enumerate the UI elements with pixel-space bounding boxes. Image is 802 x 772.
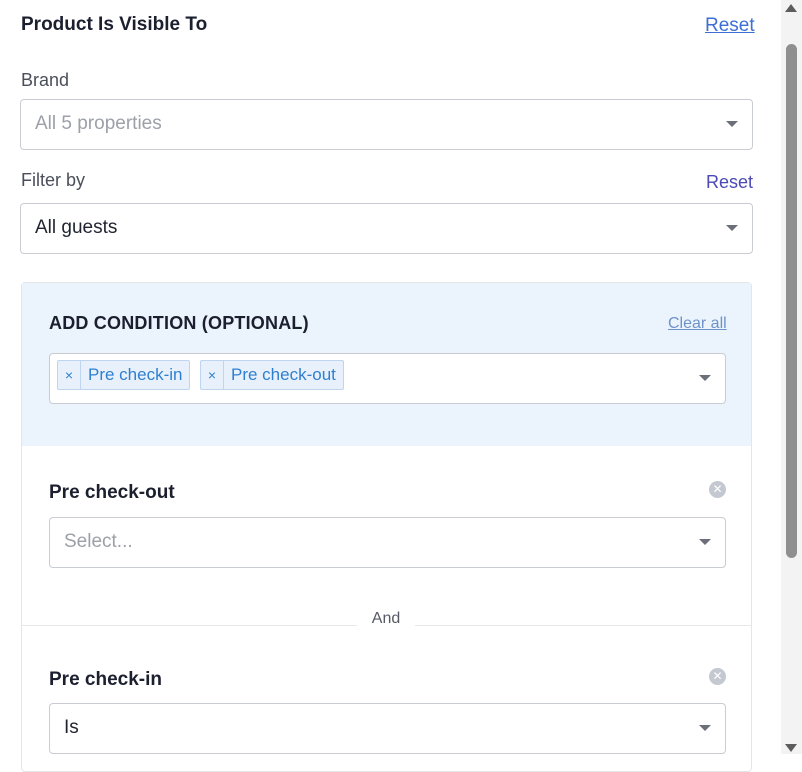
- condition-item-select[interactable]: Is: [49, 703, 726, 754]
- chevron-down-icon: [699, 375, 711, 381]
- condition-chip: × Pre check-in: [57, 360, 191, 390]
- reset-link[interactable]: Reset: [705, 15, 755, 37]
- brand-select[interactable]: All 5 properties: [20, 99, 753, 150]
- remove-chip-icon[interactable]: ×: [58, 361, 81, 389]
- filter-reset-link[interactable]: Reset: [706, 172, 753, 193]
- page-title: Product Is Visible To: [21, 14, 208, 35]
- chip-label: Pre check-in: [88, 365, 183, 384]
- condition-item-label: Pre check-out: [49, 482, 175, 503]
- remove-condition-icon[interactable]: ✕: [709, 481, 726, 498]
- brand-placeholder: All 5 properties: [35, 113, 162, 134]
- filter-value: All guests: [35, 217, 118, 238]
- filter-label: Filter by: [21, 170, 86, 190]
- chevron-down-icon: [726, 225, 738, 231]
- brand-label: Brand: [21, 70, 70, 90]
- condition-item-placeholder: Select...: [64, 531, 133, 552]
- condition-item-value: Is: [64, 717, 79, 738]
- condition-title: ADD CONDITION (OPTIONAL): [49, 313, 309, 333]
- chevron-down-icon: [726, 121, 738, 127]
- scrollbar-thumb[interactable]: [786, 44, 797, 558]
- condition-chip: × Pre check-out: [200, 360, 344, 390]
- condition-item-select[interactable]: Select...: [49, 517, 726, 568]
- scroll-down-icon[interactable]: [785, 744, 797, 752]
- chip-label: Pre check-out: [231, 365, 336, 384]
- scroll-up-icon[interactable]: [785, 4, 797, 12]
- chevron-down-icon: [699, 539, 711, 545]
- remove-chip-icon[interactable]: ×: [201, 361, 224, 389]
- condition-multiselect[interactable]: × Pre check-in × Pre check-out: [49, 353, 726, 404]
- and-joiner: And: [357, 610, 415, 628]
- remove-condition-icon[interactable]: ✕: [709, 668, 726, 685]
- filter-select[interactable]: All guests: [20, 203, 753, 254]
- clear-all-link[interactable]: Clear all: [668, 315, 727, 333]
- condition-panel-header: ADD CONDITION (OPTIONAL) Clear all × Pre…: [22, 283, 751, 446]
- condition-panel: ADD CONDITION (OPTIONAL) Clear all × Pre…: [21, 282, 752, 772]
- condition-item-label: Pre check-in: [49, 669, 162, 690]
- chevron-down-icon: [699, 725, 711, 731]
